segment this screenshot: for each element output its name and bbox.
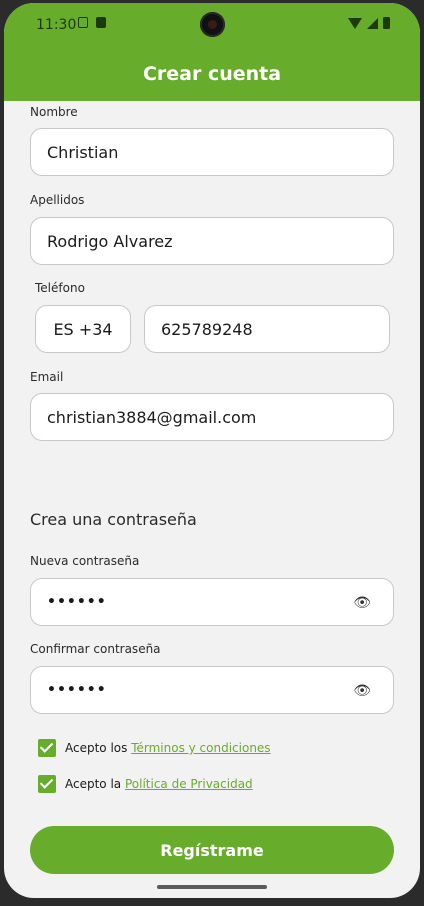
battery-icon	[383, 17, 390, 29]
nueva-contrasena-input[interactable]: •••••• 👁	[30, 578, 394, 626]
country-code-value: ES +34	[53, 319, 113, 339]
telefono-input[interactable]: 625789248	[144, 305, 390, 353]
email-input[interactable]: christian3884@gmail.com	[30, 393, 394, 441]
register-button[interactable]: Regístrame	[30, 826, 394, 874]
privacy-consent-row: Acepto la Política de Privacidad	[38, 775, 253, 793]
wifi-icon	[348, 17, 362, 29]
apellidos-input[interactable]: Rodrigo Alvarez	[30, 217, 394, 265]
status-system-icons	[348, 17, 390, 29]
confirmar-contrasena-value: ••••••	[47, 682, 107, 698]
nombre-input[interactable]: Christian	[30, 128, 394, 176]
privacy-prefix: Acepto la	[65, 777, 125, 791]
telefono-value: 625789248	[161, 319, 253, 339]
privacy-checkbox[interactable]	[38, 775, 56, 793]
nueva-contrasena-label: Nueva contraseña	[30, 554, 140, 568]
eye-icon[interactable]: 👁	[353, 595, 371, 611]
cell-signal-icon	[367, 17, 378, 29]
apellidos-value: Rodrigo Alvarez	[47, 231, 173, 251]
screenshot-icon	[78, 17, 88, 28]
apellidos-label: Apellidos	[30, 193, 85, 207]
password-section-title: Crea una contraseña	[30, 510, 197, 529]
confirmar-contrasena-label: Confirmar contraseña	[30, 642, 161, 656]
terms-prefix: Acepto los	[65, 741, 132, 755]
nueva-contrasena-value: ••••••	[47, 594, 107, 610]
email-value: christian3884@gmail.com	[47, 407, 257, 427]
telefono-label: Teléfono	[35, 281, 85, 295]
sd-card-icon	[96, 17, 106, 28]
nombre-value: Christian	[47, 142, 119, 162]
confirmar-contrasena-input[interactable]: •••••• 👁	[30, 666, 394, 714]
nombre-label: Nombre	[30, 105, 78, 119]
terms-text: Acepto los Términos y condiciones	[65, 741, 271, 755]
app-screen: 11:30 Crear cuenta Nombre Christian Apel…	[4, 3, 420, 898]
eye-icon[interactable]: 👁	[353, 683, 371, 699]
email-label: Email	[30, 370, 64, 384]
front-camera	[200, 12, 225, 37]
terms-link[interactable]: Términos y condiciones	[131, 741, 270, 755]
home-indicator[interactable]	[157, 885, 267, 889]
app-header: 11:30 Crear cuenta	[4, 3, 420, 101]
country-code-select[interactable]: ES +34	[35, 305, 131, 353]
status-notification-icons	[78, 17, 106, 28]
status-time: 11:30	[36, 17, 77, 33]
terms-checkbox[interactable]	[38, 739, 56, 757]
page-title: Crear cuenta	[142, 63, 282, 85]
terms-consent-row: Acepto los Términos y condiciones	[38, 739, 271, 757]
privacy-text: Acepto la Política de Privacidad	[65, 777, 253, 791]
privacy-link[interactable]: Política de Privacidad	[125, 777, 253, 791]
